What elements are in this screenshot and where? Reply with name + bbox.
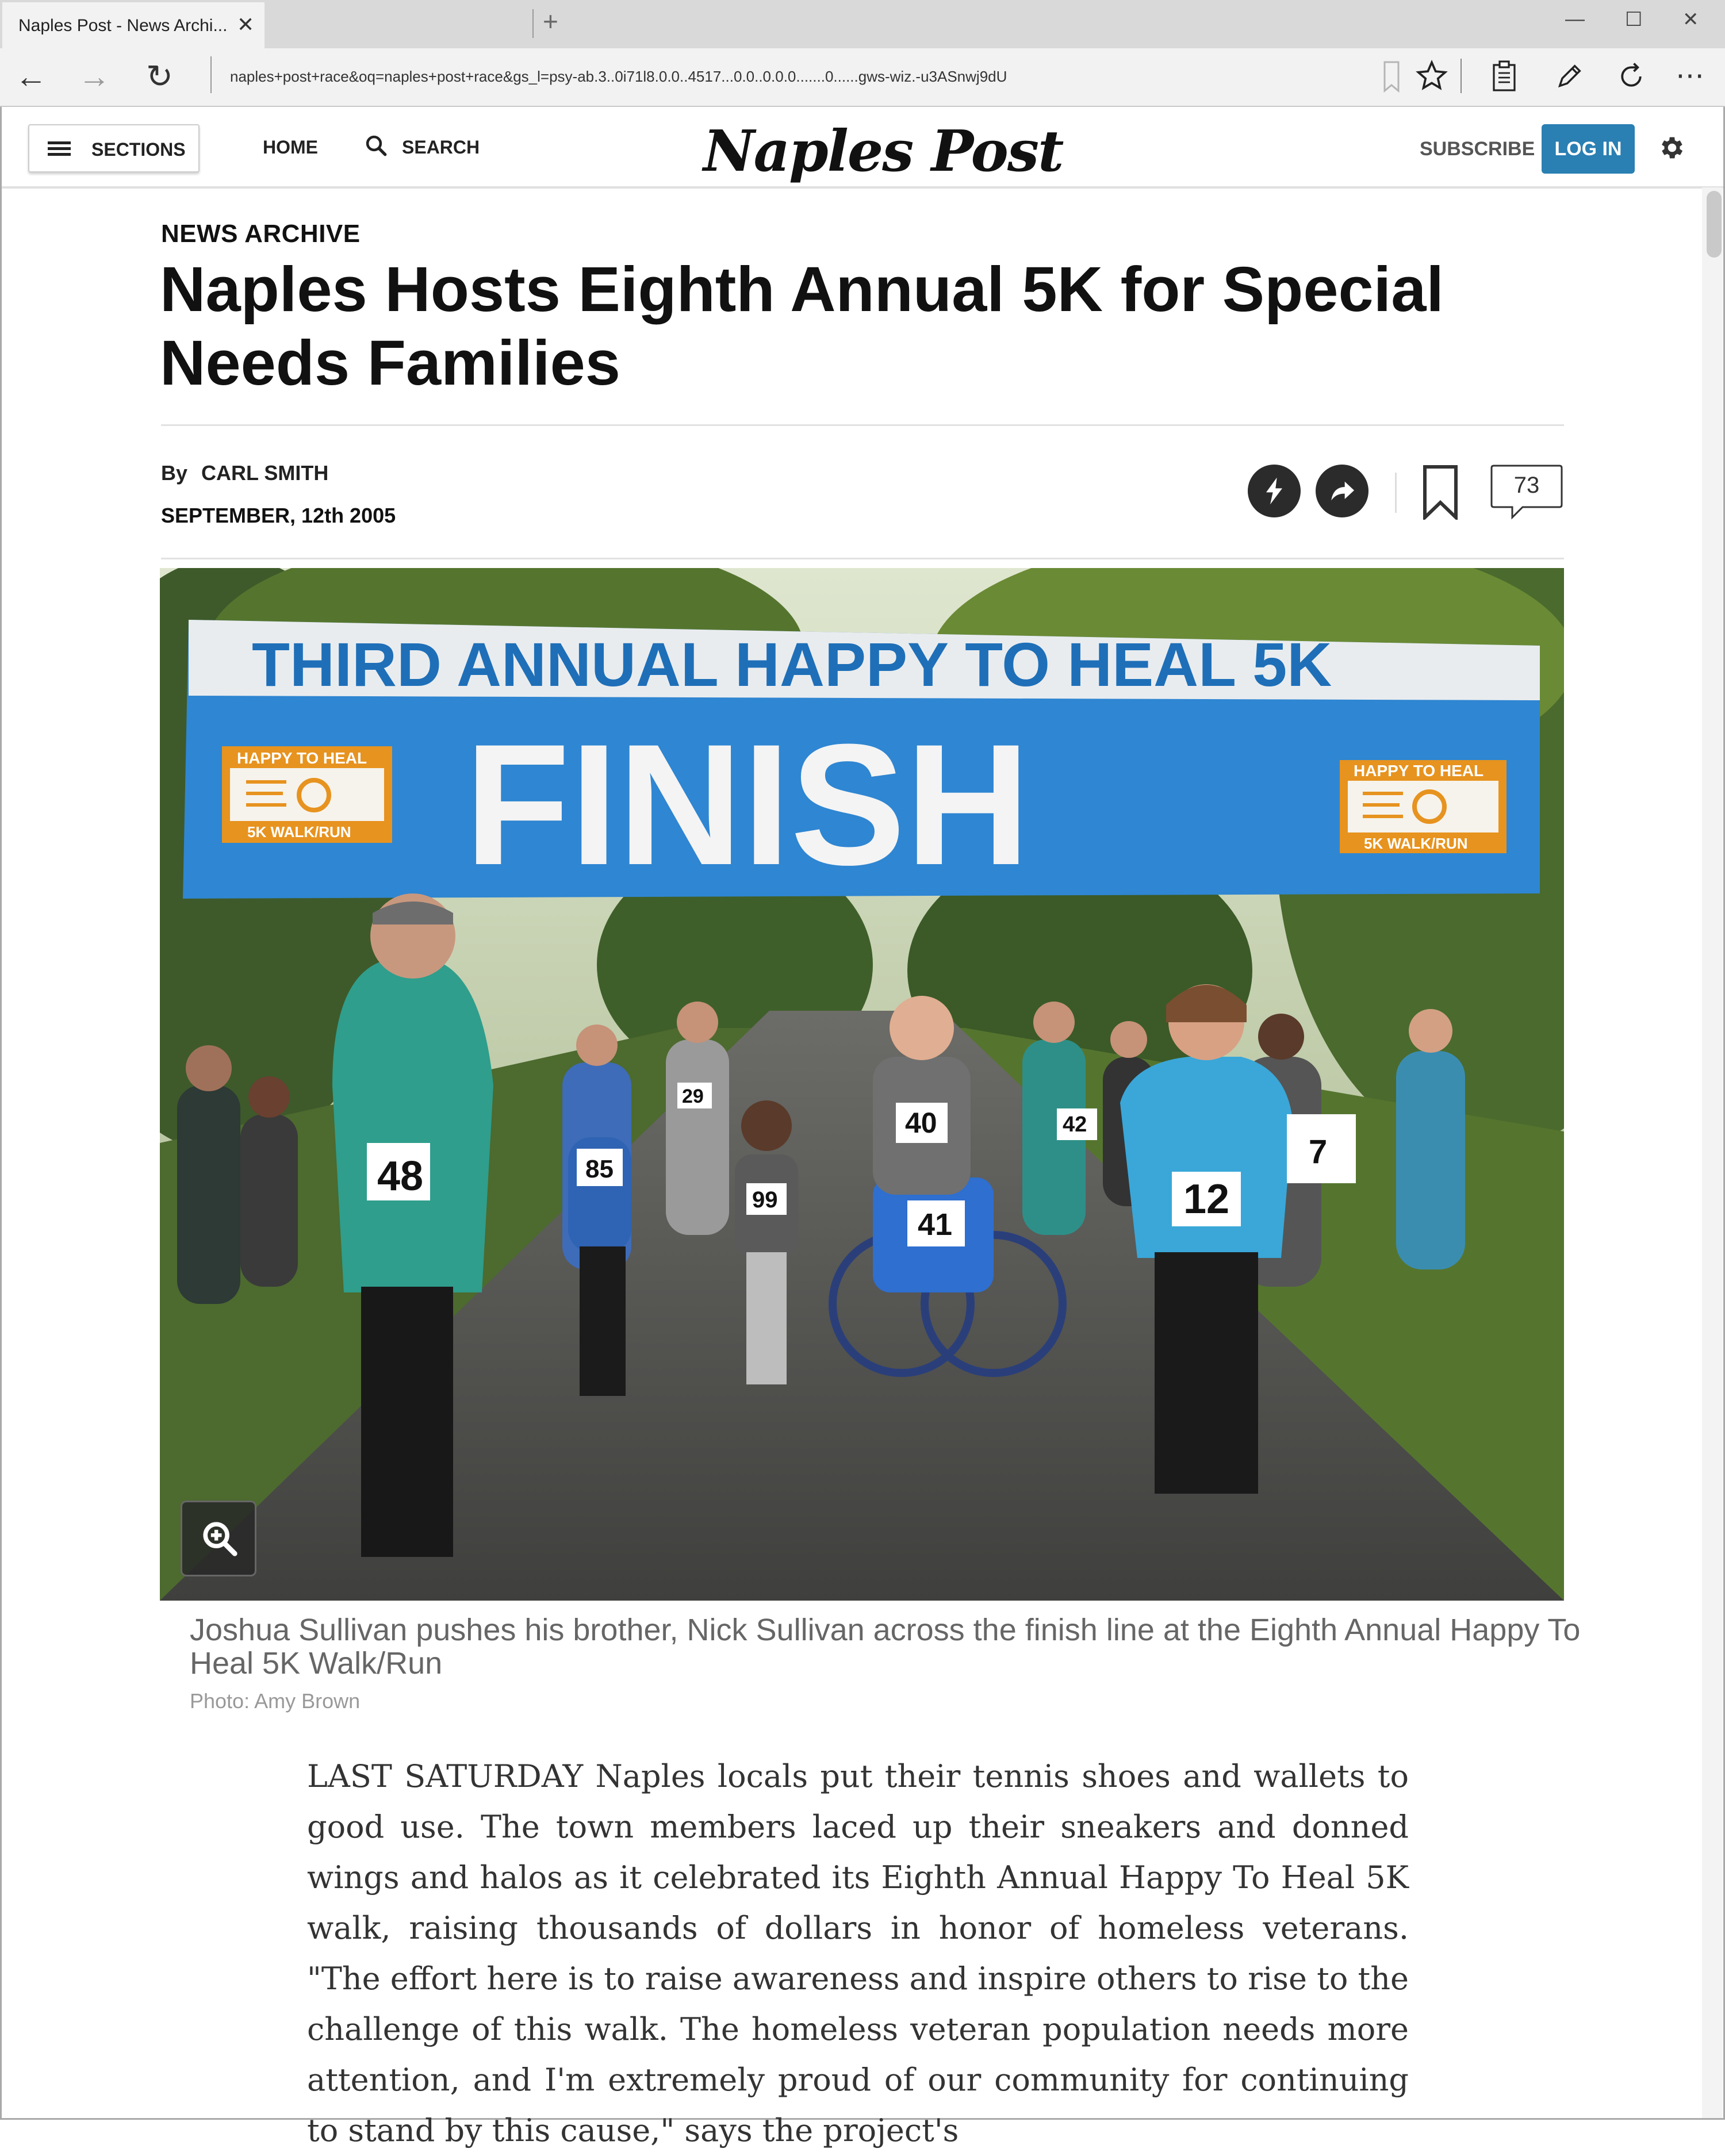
address-bar: ← → ↻ naples+post+race&oq=naples+post+ra… [0, 48, 1725, 107]
lightning-icon [1266, 477, 1282, 505]
logo-bottom-text: 5K WALK/RUN [1364, 835, 1468, 852]
site-header: SECTIONS HOME SEARCH Naples Post SUBSCRI… [2, 107, 1723, 189]
scrollbar-track[interactable] [1702, 187, 1723, 2118]
bib-41: 41 [918, 1207, 952, 1242]
web-note-pen-icon[interactable] [1555, 61, 1585, 91]
byline-prefix: By [161, 461, 188, 485]
divider [161, 558, 1564, 559]
new-tab-icon[interactable]: + [543, 6, 558, 37]
back-arrow-icon[interactable]: ← [15, 57, 47, 95]
bib-42: 42 [1063, 1112, 1087, 1137]
sections-label: SECTIONS [91, 139, 186, 160]
bib-85: 85 [585, 1155, 614, 1183]
maximize-icon[interactable]: ☐ [1625, 8, 1642, 31]
article-photo[interactable]: THIRD ANNUAL HAPPY TO HEAL 5K FINISH HAP… [160, 568, 1564, 1601]
site-logo[interactable]: Naples Post [703, 118, 1064, 185]
byline: By CARL SMITH [161, 461, 328, 485]
hamburger-icon [48, 141, 71, 156]
url-input[interactable]: naples+post+race&oq=naples+post+race&gs_… [230, 68, 1007, 86]
bookmark-icon[interactable] [1421, 465, 1459, 520]
author-name[interactable]: CARL SMITH [201, 461, 328, 485]
toolbar-divider [1460, 59, 1462, 93]
race-logo-right: HAPPY TO HEAL 5K WALK/RUN [1340, 760, 1506, 853]
banner-top-text: THIRD ANNUAL HAPPY TO HEAL 5K [252, 630, 1332, 699]
share-arrow-icon [1331, 481, 1354, 501]
article-headline: Naples Hosts Eighth Annual 5K for Specia… [160, 254, 1444, 398]
tab-bar: Naples Post - News Archi... ✕ + — ☐ ✕ [0, 0, 1725, 48]
scrollbar-thumb[interactable] [1707, 191, 1722, 258]
section-kicker[interactable]: NEWS ARCHIVE [161, 220, 361, 248]
bib-99: 99 [752, 1187, 778, 1213]
logo-top-text: HAPPY TO HEAL [237, 749, 367, 767]
bib-40: 40 [905, 1107, 937, 1139]
url-divider [210, 56, 212, 93]
race-finish-photo: THIRD ANNUAL HAPPY TO HEAL 5K FINISH HAP… [160, 568, 1564, 1601]
forward-arrow-icon[interactable]: → [78, 57, 110, 95]
logo-bottom-text: 5K WALK/RUN [247, 823, 351, 841]
favorite-star-icon[interactable] [1416, 60, 1448, 92]
share-refresh-icon[interactable] [1616, 61, 1647, 92]
comment-count[interactable]: 73 [1489, 473, 1564, 498]
home-link[interactable]: HOME [263, 137, 318, 158]
reading-view-icon[interactable] [1380, 59, 1403, 95]
divider [161, 424, 1564, 426]
window-close-icon[interactable]: ✕ [1682, 8, 1699, 31]
minimize-icon[interactable]: — [1565, 8, 1585, 30]
race-logo-left: HAPPY TO HEAL 5K WALK/RUN [222, 746, 392, 843]
bib-29: 29 [682, 1085, 704, 1107]
sections-button[interactable]: SECTIONS [28, 124, 200, 172]
article-body: LAST SATURDAY Naples locals put their te… [307, 1758, 1409, 2149]
bib-12: 12 [1183, 1176, 1229, 1222]
more-icon[interactable]: ⋯ [1676, 59, 1704, 92]
share-button[interactable] [1316, 465, 1368, 517]
logo-top-text: HAPPY TO HEAL [1354, 762, 1483, 780]
bib-48: 48 [377, 1153, 423, 1199]
search-link[interactable]: SEARCH [402, 137, 480, 158]
action-divider [1395, 473, 1397, 513]
zoom-in-icon [203, 1522, 237, 1556]
search-icon[interactable] [364, 133, 388, 158]
tab-title: Naples Post - News Archi... [18, 16, 228, 35]
browser-tab[interactable]: Naples Post - News Archi... ✕ [2, 2, 264, 48]
photo-credit: Photo: Amy Brown [190, 1689, 361, 1713]
subscribe-link[interactable]: SUBSCRIBE [1420, 138, 1535, 160]
hub-notes-icon[interactable] [1492, 60, 1517, 93]
refresh-icon[interactable]: ↻ [146, 57, 173, 95]
tab-close-icon[interactable]: ✕ [237, 13, 254, 37]
photo-zoom-button[interactable] [181, 1501, 256, 1576]
photo-caption: Joshua Sullivan pushes his brother, Nick… [190, 1613, 1581, 1681]
flash-button[interactable] [1248, 465, 1301, 517]
settings-gear-icon[interactable] [1658, 133, 1686, 162]
publish-date: SEPTEMBER, 12th 2005 [161, 504, 396, 527]
login-button[interactable]: LOG IN [1542, 124, 1635, 174]
banner-finish-text: FINISH [465, 708, 1030, 901]
tab-divider [532, 9, 534, 38]
bib-7: 7 [1309, 1133, 1327, 1171]
